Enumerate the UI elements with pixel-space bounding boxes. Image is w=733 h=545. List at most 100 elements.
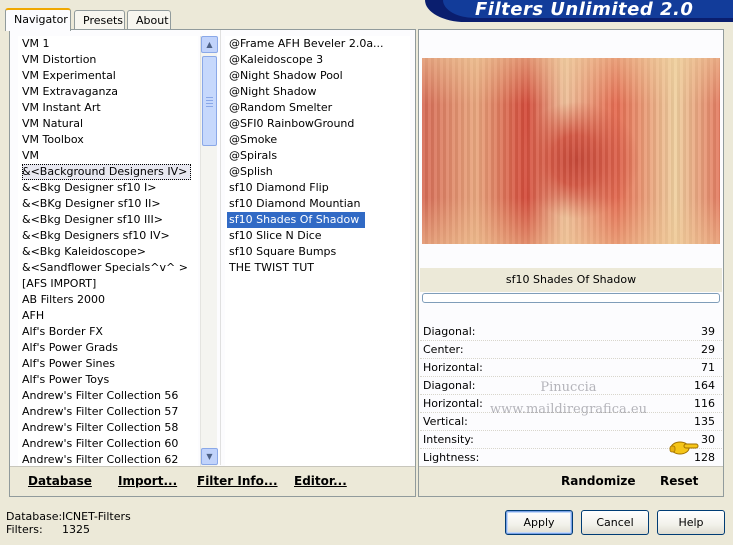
thumb-grip-line xyxy=(206,97,213,98)
watermark-line1: Pinuccia xyxy=(540,380,597,395)
preview-panel: sf10 Shades Of Shadow Diagonal: 39 Center… xyxy=(418,29,724,497)
tab-navigator[interactable]: Navigator xyxy=(5,8,71,31)
help-button[interactable]: Help xyxy=(657,510,725,535)
scroll-down-arrow-icon[interactable]: ▼ xyxy=(201,448,218,465)
param-slider[interactable]: Diagonal: 39 xyxy=(420,323,722,341)
status-database: Database:ICNET-Filters xyxy=(6,510,131,523)
category-item[interactable]: VM 1 xyxy=(18,36,198,52)
editor-link-label: Editor... xyxy=(294,474,347,488)
filter-item[interactable]: sf10 Diamond Mountian xyxy=(225,196,410,212)
param-slider[interactable]: Center: 29 xyxy=(420,341,722,359)
filter-item[interactable]: @Night Shadow Pool xyxy=(225,68,410,84)
editor-link[interactable]: Editor... xyxy=(294,474,347,488)
param-label: Lightness: xyxy=(423,451,480,464)
category-item[interactable]: Alf's Power Sines xyxy=(18,356,198,372)
filter-item-selected[interactable]: sf10 Shades Of Shadow xyxy=(225,212,410,228)
database-link[interactable]: Database xyxy=(28,474,92,488)
category-item[interactable]: VM Natural xyxy=(18,116,198,132)
status-database-label: Database: xyxy=(6,510,63,523)
category-item[interactable]: &<BKg Designer sf10 II> xyxy=(18,196,198,212)
param-value: 116 xyxy=(694,397,715,410)
param-value: 39 xyxy=(701,325,715,338)
filter-item[interactable]: @Spirals xyxy=(225,148,410,164)
apply-button[interactable]: Apply xyxy=(505,510,573,535)
category-item[interactable]: VM Extravaganza xyxy=(18,84,198,100)
tab-presets-label: Presets xyxy=(83,14,124,27)
status-filters: Filters: 1325 xyxy=(6,523,131,536)
scrollbar-thumb[interactable] xyxy=(202,56,217,146)
preview-image xyxy=(422,58,720,244)
filter-info-link-label: Filter Info... xyxy=(197,474,278,488)
filter-item[interactable]: @Smoke xyxy=(225,132,410,148)
param-slider[interactable]: Horizontal: 71 xyxy=(420,359,722,377)
scroll-up-arrow-icon[interactable]: ▲ xyxy=(201,36,218,53)
category-item[interactable]: &<Bkg Designer sf10 III> xyxy=(18,212,198,228)
filter-info-link[interactable]: Filter Info... xyxy=(197,474,278,488)
thumb-grip-line xyxy=(206,103,213,104)
import-link[interactable]: Import... xyxy=(118,474,177,488)
title-banner: Filters Unlimited 2.0 xyxy=(425,0,733,22)
filter-item[interactable]: sf10 Diamond Flip xyxy=(225,180,410,196)
filter-item[interactable]: @Kaleidoscope 3 xyxy=(225,52,410,68)
category-item[interactable]: AFH xyxy=(18,308,198,324)
tab-about[interactable]: About xyxy=(127,10,171,30)
category-item[interactable]: Alf's Power Toys xyxy=(18,372,198,388)
param-label: Horizontal: xyxy=(423,397,483,410)
param-label: Intensity: xyxy=(423,433,474,446)
watermark: Pinuccia www.maildiregrafica.eu xyxy=(490,377,647,421)
list-divider xyxy=(220,30,221,465)
cancel-button[interactable]: Cancel xyxy=(581,510,649,535)
filter-list[interactable]: @Frame AFH Beveler 2.0a... @Kaleidoscope… xyxy=(225,36,410,468)
filter-item[interactable]: THE TWIST TUT xyxy=(225,260,410,276)
param-label: Vertical: xyxy=(423,415,468,428)
status-database-value: ICNET-Filters xyxy=(62,510,131,523)
category-item[interactable]: Andrew's Filter Collection 58 xyxy=(18,420,198,436)
category-item[interactable]: &<Sandflower Specials^v^ > xyxy=(18,260,198,276)
status-area: Database:ICNET-Filters Filters: 1325 xyxy=(6,510,131,536)
param-value: 135 xyxy=(694,415,715,428)
filter-item[interactable]: sf10 Slice N Dice xyxy=(225,228,410,244)
category-item[interactable]: VM Distortion xyxy=(18,52,198,68)
tab-presets[interactable]: Presets xyxy=(74,10,125,30)
category-item[interactable]: Alf's Power Grads xyxy=(18,340,198,356)
preview-progress-bar xyxy=(422,293,720,303)
randomize-link[interactable]: Randomize xyxy=(561,474,635,488)
param-value: 30 xyxy=(701,433,715,446)
param-value: 71 xyxy=(701,361,715,374)
category-item-selected[interactable]: &<Background Designers IV> xyxy=(18,164,198,180)
preview-filter-name: sf10 Shades Of Shadow xyxy=(420,268,722,292)
category-item[interactable]: &<Bkg Kaleidoscope> xyxy=(18,244,198,260)
filter-item[interactable]: @Night Shadow xyxy=(225,84,410,100)
filter-item[interactable]: @Frame AFH Beveler 2.0a... xyxy=(225,36,410,52)
filter-item[interactable]: @Random Smelter xyxy=(225,100,410,116)
category-item[interactable]: VM Toolbox xyxy=(18,132,198,148)
filter-item[interactable]: @Splish xyxy=(225,164,410,180)
category-item[interactable]: Andrew's Filter Collection 57 xyxy=(18,404,198,420)
filter-item[interactable]: @SFI0 RainbowGround xyxy=(225,116,410,132)
category-item[interactable]: AB Filters 2000 xyxy=(18,292,198,308)
category-item[interactable]: VM xyxy=(18,148,198,164)
navigator-panel: VM 1 VM Distortion VM Experimental VM Ex… xyxy=(9,29,416,497)
category-scrollbar[interactable]: ▲ ▼ xyxy=(200,36,218,466)
param-label: Horizontal: xyxy=(423,361,483,374)
category-item[interactable]: &<Bkg Designer sf10 I> xyxy=(18,180,198,196)
category-item-selected-label: &<Background Designers IV> xyxy=(22,164,192,180)
filter-item-selected-label: sf10 Shades Of Shadow xyxy=(227,212,366,228)
watermark-line2: www.maildiregrafica.eu xyxy=(490,402,647,417)
status-filters-label: Filters: xyxy=(6,523,43,536)
thumb-grip-line xyxy=(206,106,213,107)
category-list[interactable]: VM 1 VM Distortion VM Experimental VM Ex… xyxy=(18,36,198,468)
category-item[interactable]: [AFS IMPORT] xyxy=(18,276,198,292)
param-label: Diagonal: xyxy=(423,379,476,392)
category-item[interactable]: VM Experimental xyxy=(18,68,198,84)
category-item[interactable]: Andrew's Filter Collection 60 xyxy=(18,436,198,452)
filter-item[interactable]: sf10 Square Bumps xyxy=(225,244,410,260)
param-value: 29 xyxy=(701,343,715,356)
database-link-label: Database xyxy=(28,474,92,488)
category-item[interactable]: Andrew's Filter Collection 56 xyxy=(18,388,198,404)
category-item[interactable]: VM Instant Art xyxy=(18,100,198,116)
navigator-actions: Database Import... Filter Info... Editor… xyxy=(10,466,415,496)
category-item[interactable]: Alf's Border FX xyxy=(18,324,198,340)
category-item[interactable]: &<Bkg Designers sf10 IV> xyxy=(18,228,198,244)
reset-link[interactable]: Reset xyxy=(660,474,698,488)
